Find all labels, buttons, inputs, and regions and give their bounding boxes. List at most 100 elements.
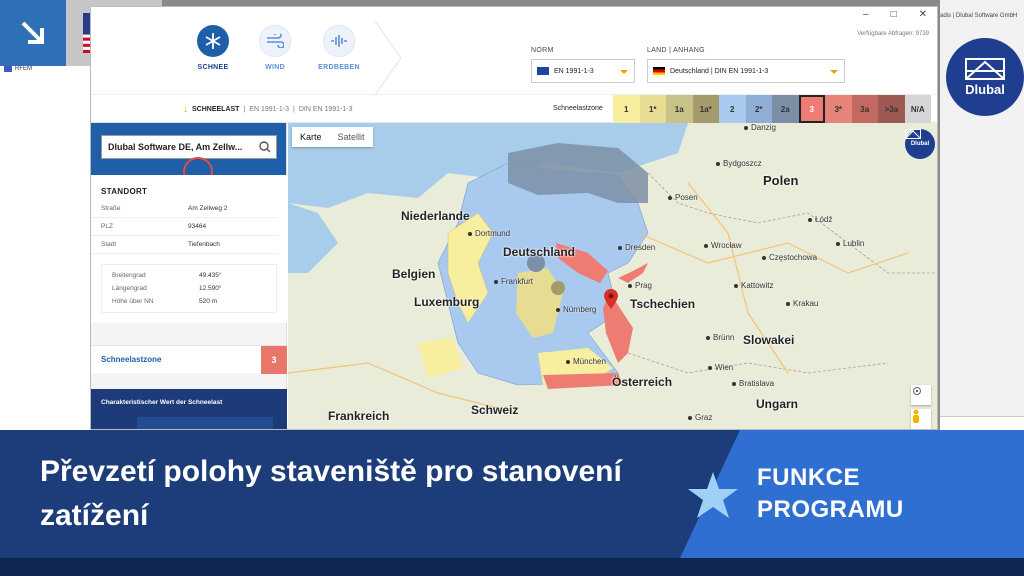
longitude-row: Längengrad 12.590°	[112, 285, 222, 292]
chevron-down-icon	[620, 70, 628, 74]
available-queries: Verfügbare Abfragen: 9739	[857, 31, 929, 37]
map-label-country: Slowakei	[743, 333, 795, 347]
zone-chip-8[interactable]: 3*	[825, 95, 852, 123]
snow-zone-map[interactable]: Karte Satellit Niederlande Deutschland P…	[288, 123, 937, 429]
geo-coordinates: Breitengrad 49.435° Längengrad 12.590° Höh…	[101, 264, 277, 313]
pegman-icon	[913, 409, 919, 423]
zone-chip-4[interactable]: 2	[719, 95, 746, 123]
map-label-country: Österreich	[612, 375, 673, 389]
map-city: Prag	[628, 281, 652, 290]
wind-icon	[259, 25, 291, 57]
zone-chip-6[interactable]: 2a	[772, 95, 799, 123]
zone-chip-0[interactable]: 1	[613, 95, 640, 123]
arrow-down-icon: ↓	[183, 104, 188, 115]
map-city: Posen	[668, 193, 698, 202]
eu-flag-icon	[537, 67, 549, 75]
snow-zone-badge: 3	[261, 345, 287, 374]
map-city: Graz	[688, 413, 712, 422]
tab-map[interactable]: Karte	[292, 127, 330, 147]
address-search-input[interactable]: Dlubal Software DE, Am Zellw...	[101, 135, 277, 159]
zone-chip-11[interactable]: N/A	[904, 95, 931, 123]
tab-satellite[interactable]: Satellit	[330, 127, 373, 147]
minimize-button[interactable]: –	[863, 9, 869, 20]
map-label-country: Frankreich	[328, 409, 390, 423]
rfem-icon	[4, 66, 12, 72]
background-window-bar	[940, 416, 1024, 430]
search-icon[interactable]	[259, 141, 271, 155]
zone-chip-1[interactable]: 1*	[639, 95, 666, 123]
land-label: LAND | ANHANG	[647, 47, 705, 54]
snow-load-app-window: – □ ✕ SCHNEE WIND ERDBEBEN Verfügbare Ab…	[90, 6, 938, 430]
land-select[interactable]: Deutschland | DIN EN 1991-1-3	[647, 59, 845, 83]
location-title: STANDORT	[101, 187, 148, 196]
map-city: Częstochowa	[762, 253, 817, 262]
map-city: Nürnberg	[556, 305, 596, 314]
map-label-country: Luxemburg	[414, 295, 480, 309]
zone-chip-7[interactable]: 3	[798, 95, 825, 123]
zone-chip-9[interactable]: 3a	[851, 95, 878, 123]
map-label-country: Deutschland	[503, 245, 576, 259]
map-city: Dortmund	[468, 229, 510, 238]
norm-select[interactable]: EN 1991-1-3	[531, 59, 635, 83]
map-city: München	[566, 357, 606, 366]
map-label-country: Schweiz	[471, 403, 519, 417]
zone-toolbar: ↓ SCHNEELAST | EN 1991-1-3 | DIN EN 1991…	[91, 95, 937, 123]
location-card: STANDORT Straße Am Zellweg 2 PLZ 93464 Sta…	[91, 175, 287, 323]
map-city: Krakau	[786, 299, 818, 308]
nav-earthquake[interactable]: ERDBEBEN	[309, 25, 369, 71]
caption-title: Převzetí polohy staveniště pro stanovení…	[40, 455, 622, 532]
dlubal-logo: Dlubal	[946, 38, 1024, 116]
nav-snow[interactable]: SCHNEE	[183, 25, 243, 71]
characteristic-value-box	[137, 417, 273, 429]
map-city: Dresden	[618, 243, 655, 252]
snow-zone-result: Schneelastzone 3	[91, 345, 287, 374]
street-row: Straße Am Zellweg 2	[91, 200, 277, 218]
star-icon	[688, 472, 738, 518]
characteristic-value-section: Charakteristischer Wert der Schneelast	[91, 389, 287, 429]
breadcrumb: ↓ SCHNEELAST | EN 1991-1-3 | DIN EN 1991…	[183, 104, 353, 115]
altitude-row: Höhe über NN 520 m	[112, 298, 218, 305]
map-city: Lublin	[836, 239, 864, 248]
map-city: Bydgoszcz	[716, 159, 762, 168]
crosshair-icon	[913, 387, 921, 395]
map-city: Wien	[708, 363, 733, 372]
window-titlebar: – □ ✕	[91, 7, 937, 21]
zone-chip-2[interactable]: 1a	[666, 95, 693, 123]
feature-tag: FUNKCE PROGRAMU	[757, 464, 904, 523]
street-view-button[interactable]	[911, 409, 931, 429]
bottom-strip	[0, 558, 1024, 576]
city-row: Stadt Tiefenbach	[91, 236, 277, 254]
map-city: Kattowitz	[734, 281, 773, 290]
map-label-country: Niederlande	[401, 209, 470, 223]
rfem-tree-item[interactable]: RFEM	[4, 66, 32, 72]
close-button[interactable]: ✕	[919, 9, 927, 20]
zone-chip-5[interactable]: 2*	[745, 95, 772, 123]
map-city: Łódź	[808, 215, 832, 224]
zone-legend: 1 1* 1a 1a* 2 2* 2a 3 3* 3a >3a N/A	[613, 95, 931, 123]
nav-wind[interactable]: WIND	[245, 25, 305, 71]
locate-me-button[interactable]	[911, 385, 931, 405]
search-band: Dlubal Software DE, Am Zellw...	[91, 123, 286, 187]
zone-chip-10[interactable]: >3a	[878, 95, 905, 123]
earthquake-icon	[323, 25, 355, 57]
nav-divider-chevron	[374, 21, 402, 95]
zone-legend-label: Schneelastzone	[553, 105, 603, 112]
map-label-country: Ungarn	[756, 397, 798, 411]
map-city: Danzig	[744, 123, 776, 132]
map-type-tabs: Karte Satellit	[292, 127, 373, 147]
de-flag-icon	[653, 67, 665, 75]
map-label-country: Belgien	[392, 267, 436, 281]
background-window-title: adis | Dlubal Software GmbH	[940, 13, 1018, 19]
map-city: Bratislava	[732, 379, 774, 388]
snowflake-icon	[197, 25, 229, 57]
norm-label: NORM	[531, 47, 554, 54]
map-city: Brünn	[706, 333, 734, 342]
maximize-button[interactable]: □	[891, 9, 897, 20]
map-city: Wrocław	[704, 241, 742, 250]
dlubal-map-logo: Dlubal	[905, 129, 935, 159]
map-label-country: Tschechien	[630, 297, 696, 311]
arrow-icon	[0, 0, 66, 66]
location-panel: Dlubal Software DE, Am Zellw... STANDORT…	[91, 123, 287, 429]
zone-chip-3[interactable]: 1a*	[692, 95, 719, 123]
latitude-row: Breitengrad 49.435°	[112, 272, 222, 279]
